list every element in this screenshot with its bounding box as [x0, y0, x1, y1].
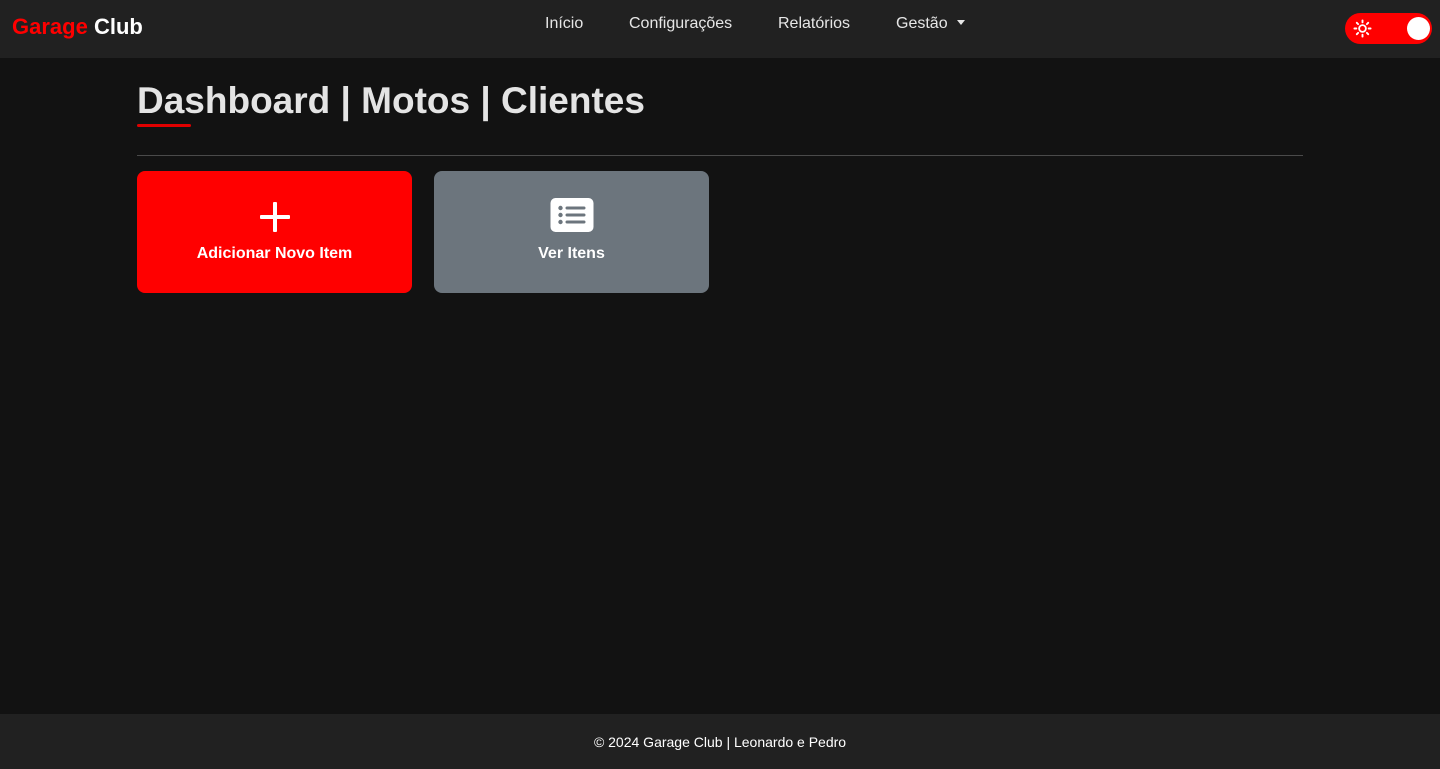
nav-menu: Início Configurações Relatórios Gestão	[0, 15, 1440, 35]
toggle-knob	[1407, 17, 1430, 40]
section-divider	[137, 155, 1303, 156]
view-items-button[interactable]: Ver Itens	[434, 171, 709, 293]
nav-link-relatorios[interactable]: Relatórios	[778, 15, 850, 33]
view-items-label: Ver Itens	[538, 245, 605, 262]
theme-toggle[interactable]	[1345, 13, 1432, 44]
nav-dropdown-gestao-label: Gestão	[896, 15, 948, 32]
footer-copyright: © 2024 Garage Club | Leonardo e Pedro	[593, 734, 847, 750]
nav-link-inicio[interactable]: Início	[545, 15, 583, 33]
list-icon	[550, 198, 593, 232]
top-navbar: Garage Club Início Configurações Relatór…	[0, 0, 1440, 58]
caret-down-icon	[956, 20, 965, 25]
sun-icon	[1353, 19, 1372, 38]
title-underline	[137, 124, 191, 127]
plus-icon	[259, 202, 290, 232]
nav-link-configuracoes[interactable]: Configurações	[629, 15, 732, 33]
page-title: Dashboard | Motos | Clientes	[137, 80, 645, 121]
nav-dropdown-gestao[interactable]: Gestão	[896, 15, 965, 33]
page-footer: © 2024 Garage Club | Leonardo e Pedro	[0, 714, 1440, 769]
add-item-label: Adicionar Novo Item	[196, 245, 353, 262]
add-item-button[interactable]: Adicionar Novo Item	[137, 171, 412, 293]
